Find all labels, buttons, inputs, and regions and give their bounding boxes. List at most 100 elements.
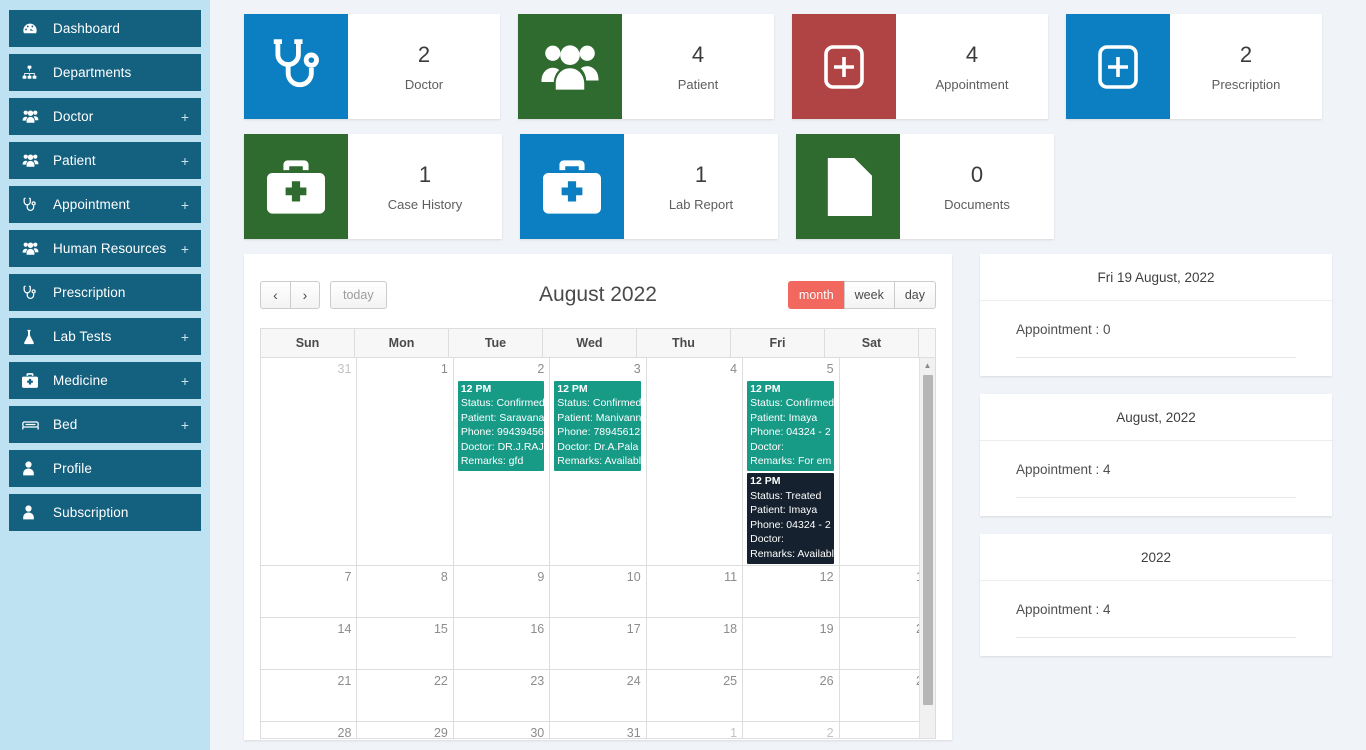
calendar-event[interactable]: 12 PMStatus: ConfirmedPatient: ImayaPhon… [747, 381, 833, 472]
calendar-day-number: 6 [844, 361, 930, 379]
calendar-day-cell[interactable]: 26 [743, 670, 839, 721]
calendar-day-cell[interactable]: 31 [261, 358, 357, 565]
stat-card-prescription[interactable]: 2Prescription [1066, 14, 1322, 119]
summary-card-title: Fri 19 August, 2022 [980, 254, 1332, 301]
calendar-day-cell[interactable]: 22 [357, 670, 453, 721]
sidebar-item-lab-tests[interactable]: Lab Tests+ [9, 318, 201, 355]
sidebar-item-doctor[interactable]: Doctor+ [9, 98, 201, 135]
calendar-day-cell[interactable]: 31 [550, 722, 646, 739]
event-doctor: Doctor: [750, 532, 831, 547]
expand-plus-icon[interactable]: + [175, 242, 189, 256]
calendar-day-cell[interactable]: 2 [743, 722, 839, 739]
users-icon [22, 241, 44, 257]
calendar-day-cell[interactable]: 312 PMStatus: ConfirmedPatient: Manivann… [550, 358, 646, 565]
calendar-day-cell[interactable]: 10 [550, 566, 646, 617]
calendar-view-day[interactable]: day [894, 281, 936, 309]
summary-card-title: 2022 [980, 534, 1332, 581]
stat-card-documents[interactable]: 0Documents [796, 134, 1054, 239]
bed-icon [22, 417, 44, 433]
sidebar-item-bed[interactable]: Bed+ [9, 406, 201, 443]
expand-plus-icon[interactable]: + [175, 110, 189, 124]
calendar-day-cell[interactable]: 14 [261, 618, 357, 669]
calendar-day-cell[interactable]: 8 [357, 566, 453, 617]
stat-label: Doctor [405, 77, 443, 92]
calendar-day-cell[interactable]: 12 [743, 566, 839, 617]
stat-value: 1 [695, 158, 707, 191]
sidebar-item-human-resources[interactable]: Human Resources+ [9, 230, 201, 267]
calendar-scrollbar[interactable]: ▲ [919, 358, 935, 739]
calendar-day-cell[interactable]: 18 [647, 618, 743, 669]
calendar-day-header: Wed [543, 329, 637, 357]
calendar-day-cell[interactable]: 28 [261, 722, 357, 739]
sidebar-item-departments[interactable]: Departments [9, 54, 201, 91]
calendar-day-cell[interactable]: 23 [454, 670, 550, 721]
expand-plus-icon[interactable]: + [175, 330, 189, 344]
sidebar-item-dashboard[interactable]: Dashboard [9, 10, 201, 47]
sidebar-item-medicine[interactable]: Medicine+ [9, 362, 201, 399]
calendar-day-cell[interactable]: 16 [454, 618, 550, 669]
calendar-day-cell[interactable]: 29 [357, 722, 453, 739]
sidebar-item-label: Medicine [53, 373, 175, 388]
calendar-day-number: 1 [361, 361, 447, 379]
sitemap-icon [22, 65, 44, 81]
scroll-up-arrow[interactable]: ▲ [920, 358, 935, 373]
stat-label: Lab Report [669, 197, 733, 212]
calendar-day-cell[interactable]: 30 [454, 722, 550, 739]
stat-label: Documents [944, 197, 1010, 212]
calendar-week-row: 14151617181920 [261, 618, 935, 670]
calendar-day-number: 29 [361, 725, 447, 739]
event-doctor: Doctor: [750, 440, 831, 455]
stethoscope-icon [22, 197, 44, 213]
calendar-event[interactable]: 12 PMStatus: ConfirmedPatient: Manivanna… [554, 381, 640, 472]
sidebar-item-prescription[interactable]: Prescription [9, 274, 201, 311]
stethoscope-icon [22, 285, 44, 301]
calendar-day-cell[interactable]: 19 [743, 618, 839, 669]
calendar-event[interactable]: 12 PMStatus: TreatedPatient: ImayaPhone:… [747, 473, 833, 564]
expand-plus-icon[interactable]: + [175, 198, 189, 212]
calendar-grid: SunMonTueWedThuFriSat 311212 PMStatus: C… [260, 328, 936, 739]
calendar-day-cell[interactable]: 17 [550, 618, 646, 669]
calendar-day-cell[interactable]: 24 [550, 670, 646, 721]
sidebar-item-subscription[interactable]: Subscription [9, 494, 201, 531]
stat-card-appointment[interactable]: 4Appointment [792, 14, 1048, 119]
stat-card-doctor[interactable]: 2Doctor [244, 14, 500, 119]
calendar-day-cell[interactable]: 11 [647, 566, 743, 617]
calendar-day-number: 19 [747, 621, 833, 639]
medkit-icon [22, 373, 44, 389]
medkit-icon [520, 134, 624, 239]
scrollbar-thumb[interactable] [923, 375, 933, 705]
sidebar-item-patient[interactable]: Patient+ [9, 142, 201, 179]
calendar-event[interactable]: 12 PMStatus: ConfirmedPatient: Saravanan… [458, 381, 544, 472]
calendar-today-button[interactable]: today [330, 281, 387, 309]
stat-card-patient[interactable]: 4Patient [518, 14, 774, 119]
event-status: Status: Confirmed [557, 396, 638, 411]
calendar-prev-button[interactable]: ‹ [260, 281, 290, 309]
calendar-day-cell[interactable]: 7 [261, 566, 357, 617]
calendar-view-month[interactable]: month [788, 281, 844, 309]
sidebar-item-appointment[interactable]: Appointment+ [9, 186, 201, 223]
calendar-day-cell[interactable]: 512 PMStatus: ConfirmedPatient: ImayaPho… [743, 358, 839, 565]
calendar-day-cell[interactable]: 9 [454, 566, 550, 617]
calendar-day-number: 24 [554, 673, 640, 691]
calendar-next-button[interactable]: › [290, 281, 320, 309]
event-phone: Phone: 04324 - 2 [750, 425, 831, 440]
calendar-week-row: 78910111213 [261, 566, 935, 618]
user-icon [22, 461, 44, 477]
calendar-day-cell[interactable]: 212 PMStatus: ConfirmedPatient: Saravana… [454, 358, 550, 565]
calendar-day-cell[interactable]: 25 [647, 670, 743, 721]
expand-plus-icon[interactable]: + [175, 418, 189, 432]
stat-card-case-history[interactable]: 1Case History [244, 134, 502, 239]
calendar-view-week[interactable]: week [844, 281, 894, 309]
calendar-day-cell[interactable]: 4 [647, 358, 743, 565]
calendar-day-cell[interactable]: 15 [357, 618, 453, 669]
calendar-day-cell[interactable]: 1 [357, 358, 453, 565]
event-phone: Phone: 7894561230 [557, 425, 638, 440]
expand-plus-icon[interactable]: + [175, 154, 189, 168]
calendar-day-cell[interactable]: 21 [261, 670, 357, 721]
calendar-day-cell[interactable]: 1 [647, 722, 743, 739]
sidebar-item-profile[interactable]: Profile [9, 450, 201, 487]
event-status: Status: Treated [750, 489, 831, 504]
stat-card-lab-report[interactable]: 1 Lab Report [520, 134, 778, 239]
event-time: 12 PM [750, 382, 831, 397]
expand-plus-icon[interactable]: + [175, 374, 189, 388]
